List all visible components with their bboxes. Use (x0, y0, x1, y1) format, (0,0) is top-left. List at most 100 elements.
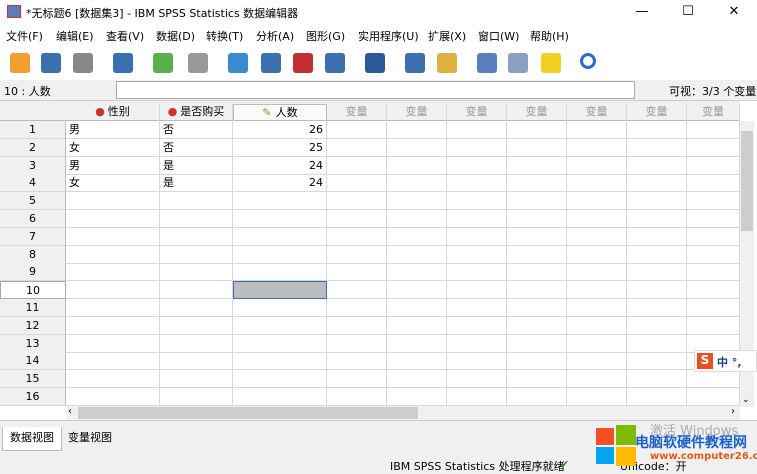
data-cell[interactable] (447, 299, 507, 317)
data-cell[interactable] (567, 281, 627, 300)
data-cell[interactable] (387, 210, 447, 228)
menu-item[interactable]: 编辑(E) (56, 28, 94, 44)
row-header[interactable]: 6 (0, 210, 66, 228)
maximize-button[interactable]: ☐ (665, 0, 711, 24)
menu-item[interactable]: 实用程序(U) (358, 28, 419, 44)
horizontal-scroll-thumb[interactable] (78, 407, 418, 419)
data-cell[interactable]: 女 (66, 138, 160, 157)
data-cell[interactable]: 男 (66, 121, 160, 139)
column-header[interactable]: ● 性别 (66, 104, 160, 121)
data-cell[interactable] (447, 263, 507, 282)
scroll-left-arrow[interactable]: ‹ (68, 406, 72, 417)
data-cell[interactable] (233, 210, 327, 228)
menu-item[interactable]: 扩展(X) (428, 28, 466, 44)
row-header[interactable]: 3 (0, 156, 66, 175)
data-cell[interactable] (507, 263, 567, 282)
data-cell[interactable] (687, 156, 740, 175)
row-header[interactable]: 15 (0, 370, 66, 389)
data-cell[interactable] (627, 334, 687, 353)
row-header[interactable]: 11 (0, 299, 66, 317)
data-cell[interactable]: 25 (233, 138, 327, 157)
data-cell[interactable] (160, 370, 233, 389)
data-cell[interactable] (447, 245, 507, 264)
row-header[interactable]: 7 (0, 227, 66, 246)
data-cell[interactable] (66, 334, 160, 353)
toolbar-button[interactable] (185, 50, 211, 76)
data-cell[interactable]: 是 (160, 156, 233, 175)
data-cell[interactable] (233, 245, 327, 264)
data-cell[interactable] (567, 138, 627, 157)
data-cell[interactable] (66, 316, 160, 335)
menu-item[interactable]: 查看(V) (106, 28, 144, 44)
data-cell[interactable] (233, 334, 327, 353)
data-cell[interactable] (327, 352, 387, 371)
data-cell[interactable] (66, 352, 160, 371)
data-cell[interactable] (567, 334, 627, 353)
data-cell[interactable] (160, 281, 233, 300)
cell-value-input[interactable] (116, 81, 635, 99)
data-cell[interactable] (687, 281, 740, 300)
data-cell[interactable] (327, 281, 387, 300)
toolbar-button[interactable] (322, 50, 348, 76)
column-header[interactable]: ● 是否购买 (160, 104, 233, 121)
toolbar-button[interactable] (258, 50, 284, 76)
data-cell[interactable] (567, 192, 627, 211)
data-cell[interactable] (567, 245, 627, 264)
ime-toolbar[interactable]: S 中 °, (694, 350, 757, 372)
data-cell[interactable] (447, 227, 507, 246)
toolbar-button[interactable] (402, 50, 428, 76)
data-cell[interactable] (233, 281, 327, 300)
data-cell[interactable] (507, 352, 567, 371)
data-cell[interactable] (66, 299, 160, 317)
row-header[interactable]: 10 (0, 281, 66, 300)
data-cell[interactable] (327, 370, 387, 389)
data-cell[interactable] (387, 370, 447, 389)
data-cell[interactable] (627, 227, 687, 246)
data-cell[interactable] (447, 352, 507, 371)
data-cell[interactable] (327, 263, 387, 282)
column-header[interactable]: ✎ 人数 (233, 104, 327, 121)
menu-item[interactable]: 帮助(H) (530, 28, 569, 44)
data-cell[interactable] (160, 316, 233, 335)
data-cell[interactable] (387, 138, 447, 157)
data-cell[interactable] (627, 192, 687, 211)
data-cell[interactable] (627, 388, 687, 406)
data-cell[interactable] (627, 299, 687, 317)
data-cell[interactable] (447, 210, 507, 228)
data-cell[interactable] (627, 210, 687, 228)
data-cell[interactable] (687, 316, 740, 335)
row-header[interactable]: 1 (0, 121, 66, 139)
tab-data-view[interactable]: 数据视图 (2, 427, 62, 451)
toolbar-button[interactable] (7, 50, 33, 76)
data-cell[interactable] (160, 210, 233, 228)
data-cell[interactable] (507, 121, 567, 139)
data-cell[interactable] (567, 121, 627, 139)
data-cell[interactable] (233, 388, 327, 406)
data-cell[interactable] (233, 192, 327, 211)
data-cell[interactable]: 26 (233, 121, 327, 139)
data-cell[interactable] (507, 316, 567, 335)
row-header[interactable]: 14 (0, 352, 66, 371)
data-cell[interactable] (687, 299, 740, 317)
data-cell[interactable] (567, 299, 627, 317)
data-cell[interactable] (387, 245, 447, 264)
data-cell[interactable] (66, 245, 160, 264)
data-cell[interactable]: 否 (160, 121, 233, 139)
row-header[interactable]: 2 (0, 138, 66, 157)
menu-item[interactable]: 分析(A) (256, 28, 294, 44)
minimize-button[interactable]: — (619, 0, 665, 24)
data-cell[interactable] (507, 174, 567, 193)
data-cell[interactable] (507, 138, 567, 157)
data-cell[interactable] (567, 316, 627, 335)
row-header[interactable]: 13 (0, 334, 66, 353)
data-cell[interactable] (447, 174, 507, 193)
data-cell[interactable] (687, 388, 740, 406)
toolbar-button[interactable] (110, 50, 136, 76)
data-cell[interactable] (387, 388, 447, 406)
data-cell[interactable] (447, 281, 507, 300)
data-cell[interactable] (327, 299, 387, 317)
data-cell[interactable] (567, 210, 627, 228)
data-cell[interactable] (507, 227, 567, 246)
data-cell[interactable] (687, 192, 740, 211)
data-cell[interactable] (160, 192, 233, 211)
